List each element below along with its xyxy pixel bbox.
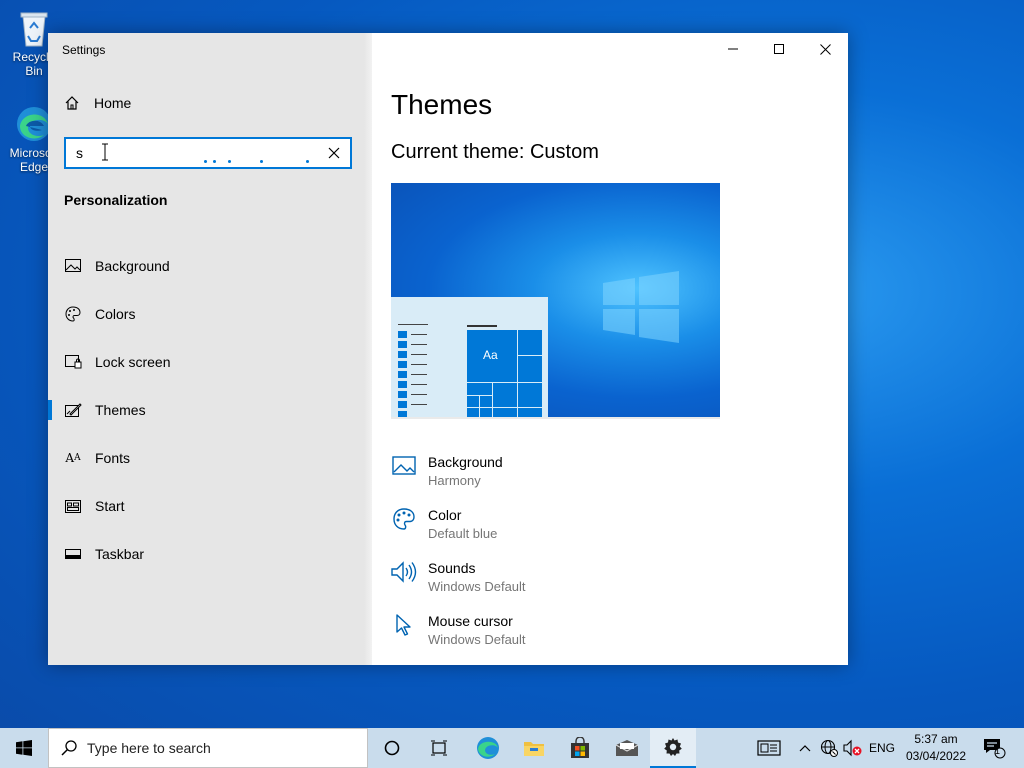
search-icon [61, 740, 77, 756]
picture-icon [64, 257, 82, 275]
sidebar-item-label: Lock screen [95, 354, 171, 370]
folder-icon [524, 742, 544, 756]
main-content: Themes Current theme: Custom Aa Backgrou… [391, 33, 831, 665]
notification-count: 1 [995, 746, 1001, 756]
sidebar-item-label: Start [95, 498, 125, 514]
settings-taskbar-button[interactable] [650, 728, 696, 768]
volume-muted-icon [843, 739, 862, 757]
sidebar-item-label: Themes [95, 402, 146, 418]
network-button[interactable] [818, 728, 840, 768]
taskbar-icon [64, 545, 82, 563]
preview-sample-text: Aa [483, 348, 498, 362]
store-icon [571, 737, 589, 758]
page-title: Themes [391, 89, 493, 120]
sidebar-item-taskbar[interactable]: Taskbar [48, 530, 368, 578]
start-button[interactable] [0, 728, 48, 768]
property-value: Windows Default [428, 579, 526, 594]
theme-property-color[interactable]: Color Default blue [391, 506, 791, 559]
start-icon [64, 497, 82, 515]
language-indicator[interactable]: ENG [866, 728, 898, 768]
search-input[interactable] [76, 145, 326, 161]
file-explorer-button[interactable] [511, 728, 557, 768]
sidebar-nav: Background Colors Lock screen Themes A A… [48, 242, 368, 578]
property-title: Background [428, 454, 503, 470]
sidebar-item-lock-screen[interactable]: Lock screen [48, 338, 368, 386]
fonts-icon: AA [65, 451, 81, 465]
sidebar-item-colors[interactable]: Colors [48, 290, 368, 338]
sidebar-divider [364, 33, 372, 665]
taskbar: Type here to search ENG 5:37 am 03/04/20… [0, 728, 1024, 768]
home-nav-item[interactable]: Home [64, 95, 131, 111]
windows-logo-icon [16, 740, 32, 756]
preview-start-list [398, 324, 462, 417]
home-icon [65, 96, 79, 110]
lock-screen-icon [64, 353, 82, 371]
notification-icon [984, 739, 1006, 759]
theme-property-sounds[interactable]: Sounds Windows Default [391, 559, 791, 612]
window-title: Settings [62, 43, 106, 57]
theme-property-mouse-cursor[interactable]: Mouse cursor Windows Default [391, 612, 791, 665]
home-label: Home [94, 95, 132, 111]
sidebar-item-label: Colors [95, 306, 136, 322]
edge-icon [477, 737, 499, 759]
property-title: Sounds [428, 560, 476, 576]
sidebar-item-themes[interactable]: Themes [48, 386, 368, 434]
text-cursor-icon [102, 143, 108, 161]
themes-icon [64, 401, 82, 419]
mail-button[interactable] [604, 728, 650, 768]
task-view-icon [431, 740, 447, 756]
volume-button[interactable] [842, 728, 864, 768]
cursor-icon [391, 612, 417, 638]
chevron-up-icon [799, 745, 811, 752]
settings-window: Settings Home Personalization [48, 33, 848, 665]
sidebar-item-label: Background [95, 258, 170, 274]
sidebar-item-start[interactable]: Start [48, 482, 368, 530]
sidebar-item-fonts[interactable]: AA Fonts [48, 434, 368, 482]
sidebar-item-label: Fonts [95, 450, 131, 466]
property-title: Mouse cursor [428, 613, 513, 629]
picture-icon [391, 453, 417, 479]
preview-tiles: Aa [467, 330, 542, 417]
current-theme-heading: Current theme: Custom [391, 141, 599, 163]
news-widget-button[interactable] [754, 728, 784, 768]
section-title: Personalization [64, 192, 168, 208]
task-view-button[interactable] [416, 728, 462, 768]
action-center-button[interactable]: 1 [978, 728, 1010, 768]
preview-window: Aa [391, 297, 548, 417]
close-icon [328, 147, 340, 159]
taskbar-search-box[interactable]: Type here to search [48, 728, 368, 768]
globe-icon [820, 739, 838, 757]
palette-icon [391, 506, 417, 532]
clock-time: 5:37 am [914, 732, 958, 746]
search-box[interactable] [64, 137, 352, 169]
sidebar-item-background[interactable]: Background [48, 242, 368, 290]
theme-preview: Aa [391, 183, 720, 419]
sidebar: Settings Home Personalization [48, 33, 368, 665]
theme-property-background[interactable]: Background Harmony [391, 453, 791, 506]
property-value: Harmony [428, 473, 481, 488]
windows-logo-icon [603, 271, 679, 343]
speaker-icon [391, 559, 417, 585]
store-button[interactable] [557, 728, 603, 768]
loading-indicator [204, 160, 314, 164]
gear-icon [664, 738, 682, 756]
property-value: Windows Default [428, 632, 526, 647]
taskbar-edge-button[interactable] [465, 728, 511, 768]
preview-header-bar [467, 325, 497, 327]
mail-icon [615, 740, 639, 756]
show-hidden-icons-button[interactable] [796, 728, 814, 768]
cortana-button[interactable] [369, 728, 415, 768]
property-value: Default blue [428, 526, 498, 541]
cortana-icon [384, 740, 400, 756]
sidebar-item-label: Taskbar [95, 546, 145, 562]
taskbar-clock[interactable]: 5:37 am 03/04/2022 [904, 731, 968, 765]
clear-search-button[interactable] [326, 145, 342, 161]
theme-properties: Background Harmony Color Default blue So… [391, 453, 791, 665]
palette-icon [64, 305, 82, 323]
taskbar-search-placeholder: Type here to search [87, 740, 211, 756]
property-title: Color [428, 507, 462, 523]
news-icon [757, 740, 781, 756]
clock-date: 03/04/2022 [905, 749, 967, 763]
